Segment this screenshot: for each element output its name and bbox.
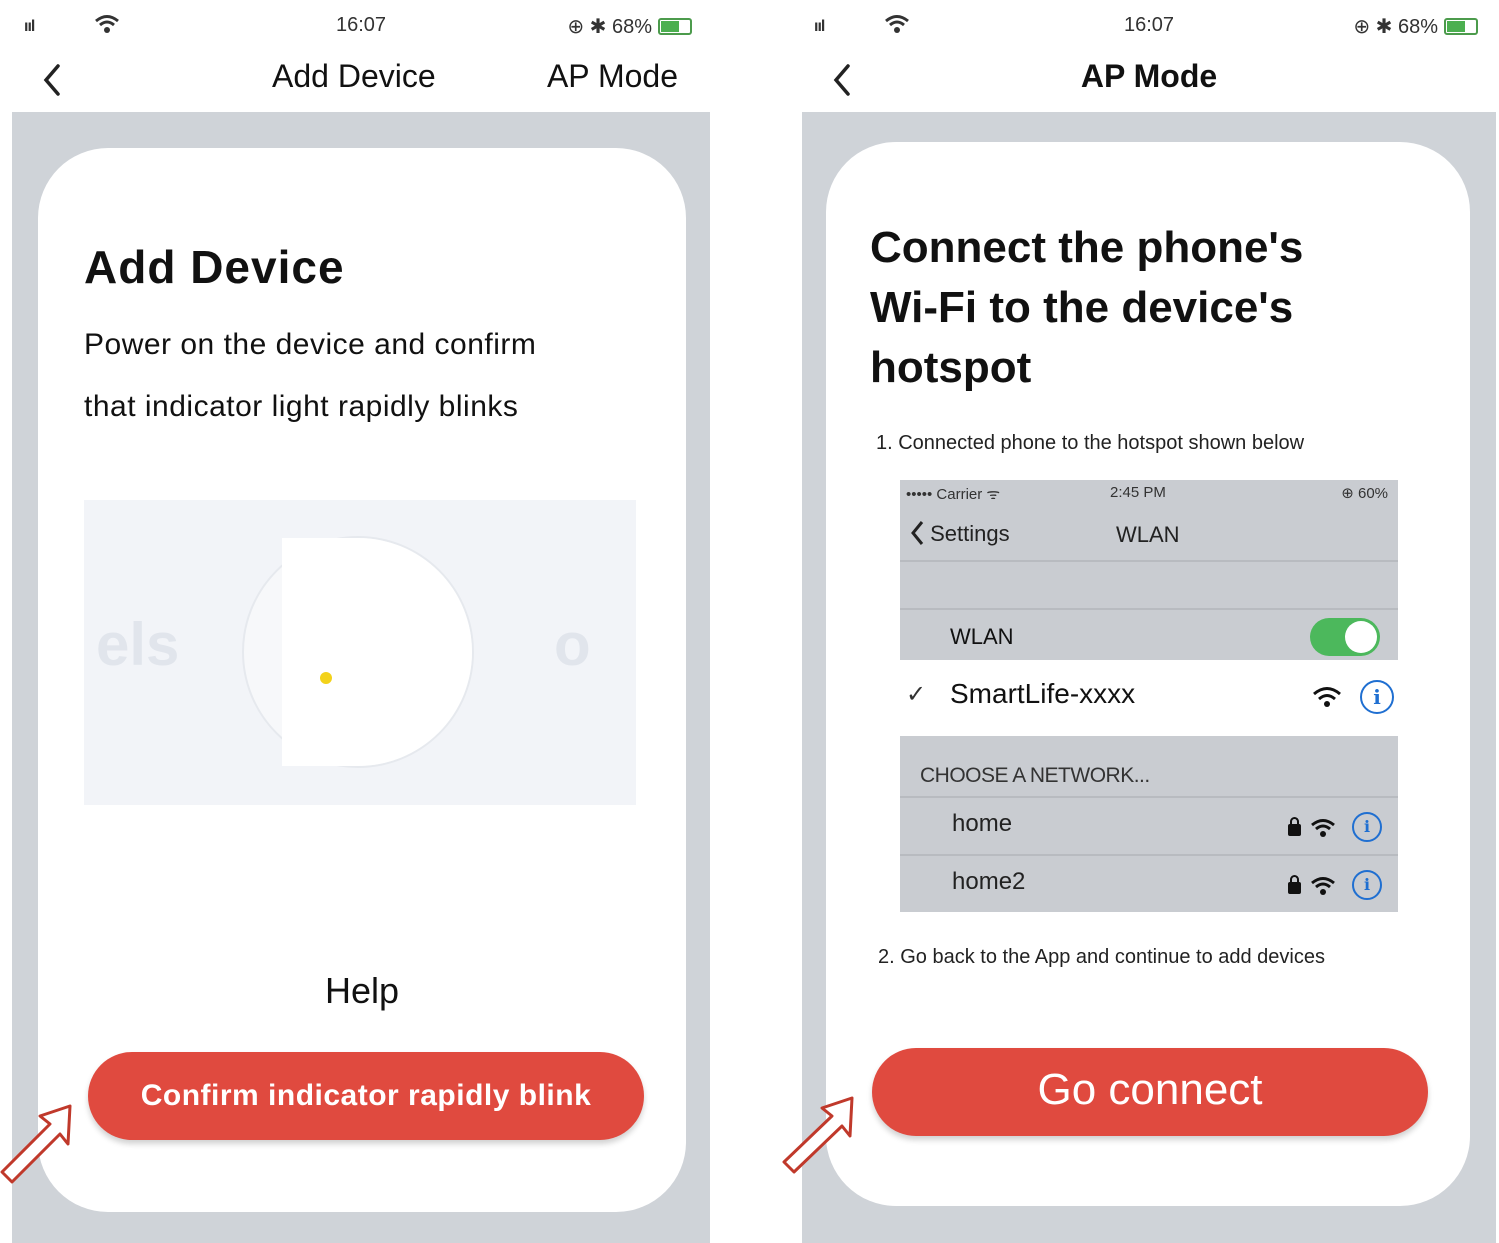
pointer-arrow-icon <box>782 1096 854 1174</box>
status-bar: ııl 16:07 ⊕ ✱ 68% <box>12 0 710 50</box>
nav-bar: Add Device AP Mode <box>12 50 710 110</box>
wlan-label: WLAN <box>950 624 1014 649</box>
network-list: CHOOSE A NETWORK... home i home2 i <box>900 736 1398 912</box>
info-icon[interactable]: i <box>1352 812 1382 842</box>
add-device-screen: ııl 16:07 ⊕ ✱ 68% Add Device AP Mode Add… <box>12 0 710 1243</box>
divider <box>900 608 1398 610</box>
pointer-arrow-icon <box>0 1104 72 1184</box>
lock-icon <box>1288 875 1301 894</box>
nav-title: Add Device <box>272 58 436 94</box>
status-bar: ııl 16:07 ⊕ ✱ 68% <box>802 0 1496 50</box>
status-right: ⊕ ✱ 68% <box>567 14 692 39</box>
wlan-settings-screenshot: ••••• Carrier ᯤ 2:45 PM ⊕ 60% Settings W… <box>900 480 1398 912</box>
step-1-text: 1. Connected phone to the hotspot shown … <box>876 432 1305 454</box>
device-illustration: els o <box>84 500 636 805</box>
instruction-line-2: that indicator light rapidly blinks <box>84 390 519 423</box>
title-line-1: Connect the phone's <box>870 223 1304 272</box>
network-row-home[interactable]: home i <box>900 796 1398 858</box>
nav-bar: AP Mode <box>802 50 1496 110</box>
info-icon[interactable]: i <box>1352 870 1382 900</box>
battery-icon <box>1444 18 1478 35</box>
connected-network-row[interactable]: ✓ SmartLife-xxxx i <box>900 660 1398 732</box>
divider <box>900 560 1398 562</box>
network-name: home2 <box>952 868 1026 895</box>
choose-network-label: CHOOSE A NETWORK... <box>920 764 1150 787</box>
status-right: ⊕ ✱ 68% <box>1353 14 1478 39</box>
wlan-status-right: ⊕ 60% <box>1341 485 1388 502</box>
nav-title: AP Mode <box>1080 58 1218 94</box>
network-row-home2[interactable]: home2 i <box>900 854 1398 916</box>
illustration-ghost-text-right: o <box>554 611 591 678</box>
illustration-ghost-text-left: els <box>96 611 180 678</box>
wifi-icon <box>1311 819 1335 837</box>
page-title: Add Device <box>84 241 345 293</box>
settings-back-link[interactable]: Settings <box>910 520 1010 547</box>
connected-network-name: SmartLife-xxxx <box>950 678 1136 709</box>
help-link[interactable]: Help <box>38 970 686 1012</box>
go-connect-button[interactable]: Go connect <box>872 1048 1428 1136</box>
title-line-3: hotspot <box>870 343 1032 392</box>
lock-icon <box>1288 817 1301 836</box>
title-line-2: Wi-Fi to the device's <box>870 283 1294 332</box>
info-icon[interactable]: i <box>1360 680 1394 714</box>
battery-icon <box>658 18 692 35</box>
back-chevron-icon[interactable] <box>36 62 72 98</box>
instruction-line-1: Power on the device and confirm <box>84 328 537 361</box>
battery-percent: ⊕ ✱ 68% <box>567 16 652 38</box>
confirm-blink-button[interactable]: Confirm indicator rapidly blink <box>88 1052 644 1140</box>
ap-mode-link[interactable]: AP Mode <box>547 58 678 95</box>
wifi-icon <box>1313 687 1341 707</box>
ap-mode-screen: ııl 16:07 ⊕ ✱ 68% AP Mode Connect the ph… <box>802 0 1496 1243</box>
wlan-toggle[interactable] <box>1310 618 1380 656</box>
device-disc <box>242 536 474 768</box>
settings-label: Settings <box>930 521 1010 546</box>
connect-hotspot-card: Connect the phone's Wi-Fi to the device'… <box>826 142 1470 1206</box>
network-name: home <box>952 810 1013 837</box>
wifi-icon <box>1311 877 1335 895</box>
carrier-text: ••••• Carrier ᯤ <box>906 486 1001 503</box>
instruction-text: Power on the device and confirm that ind… <box>84 314 536 438</box>
battery-percent: ⊕ ✱ 68% <box>1353 16 1438 38</box>
wlan-title: WLAN <box>1116 522 1180 547</box>
checkmark-icon: ✓ <box>906 681 927 708</box>
page-title: Connect the phone's Wi-Fi to the device'… <box>870 218 1303 398</box>
step-2-text: 2. Go back to the App and continue to ad… <box>878 946 1325 968</box>
back-chevron-icon <box>911 521 924 545</box>
indicator-light <box>320 672 332 684</box>
wlan-status-time: 2:45 PM <box>1110 484 1166 501</box>
